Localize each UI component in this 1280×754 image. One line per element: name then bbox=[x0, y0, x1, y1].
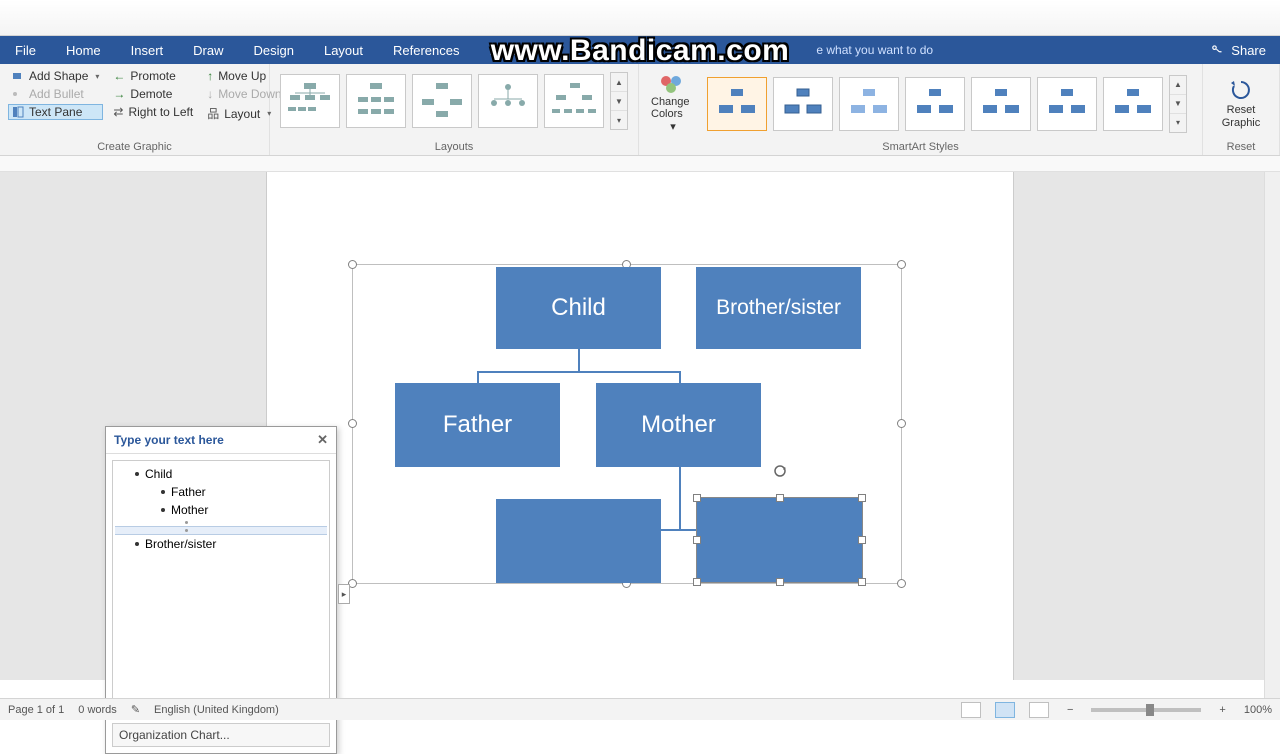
style-option-3[interactable] bbox=[839, 77, 899, 131]
horizontal-ruler bbox=[0, 156, 1280, 172]
group-create-graphic: Add Shape▾ Add Bullet Text Pane ←Promote… bbox=[0, 64, 270, 155]
view-print-layout[interactable] bbox=[995, 702, 1015, 718]
node-blank-2-selected[interactable] bbox=[696, 497, 863, 583]
document-area: Child Brother/sister Father Mother Type … bbox=[0, 172, 1280, 680]
layout-dropdown-label: Layout bbox=[224, 107, 260, 121]
status-words[interactable]: 0 words bbox=[78, 704, 117, 716]
rotate-handle-icon[interactable] bbox=[773, 464, 787, 478]
zoom-slider[interactable] bbox=[1091, 708, 1201, 712]
promote-label: Promote bbox=[130, 69, 175, 83]
demote-button[interactable]: →Demote bbox=[109, 86, 197, 102]
style-option-6[interactable] bbox=[1037, 77, 1097, 131]
reset-icon bbox=[1228, 78, 1254, 102]
add-shape-icon bbox=[12, 70, 24, 82]
layout-option-2[interactable] bbox=[346, 74, 406, 128]
ribbon: Add Shape▾ Add Bullet Text Pane ←Promote… bbox=[0, 64, 1280, 156]
zoom-out-button[interactable]: − bbox=[1063, 704, 1077, 716]
text-pane-icon bbox=[12, 106, 24, 118]
page[interactable]: Child Brother/sister Father Mother bbox=[266, 172, 1014, 680]
add-bullet-icon bbox=[12, 88, 24, 100]
view-read-mode[interactable] bbox=[961, 702, 981, 718]
style-option-1[interactable] bbox=[707, 77, 767, 131]
status-page[interactable]: Page 1 of 1 bbox=[8, 704, 64, 716]
move-up-label: Move Up bbox=[218, 69, 266, 83]
tab-draw[interactable]: Draw bbox=[178, 36, 238, 64]
reset-graphic-label: Reset Graphic bbox=[1211, 104, 1271, 128]
node-mother[interactable]: Mother bbox=[596, 383, 761, 467]
quick-access-toolbar bbox=[0, 0, 1280, 36]
vertical-scrollbar[interactable] bbox=[1264, 172, 1280, 698]
tab-home[interactable]: Home bbox=[51, 36, 116, 64]
promote-button[interactable]: ←Promote bbox=[109, 68, 197, 84]
styles-gallery-scroll[interactable]: ▲▼▾ bbox=[1169, 75, 1187, 133]
tab-references[interactable]: References bbox=[378, 36, 474, 64]
add-shape-label: Add Shape bbox=[29, 69, 88, 83]
add-shape-button[interactable]: Add Shape▾ bbox=[8, 68, 103, 84]
bandicam-watermark: www.Bandicam.com bbox=[491, 34, 790, 68]
layout-option-1[interactable] bbox=[280, 74, 340, 128]
style-option-2[interactable] bbox=[773, 77, 833, 131]
tab-layout[interactable]: Layout bbox=[309, 36, 378, 64]
tab-design[interactable]: Design bbox=[239, 36, 309, 64]
list-item[interactable]: Child bbox=[115, 465, 327, 483]
smartart-graphic[interactable]: Child Brother/sister Father Mother bbox=[352, 264, 902, 584]
layout-option-5[interactable] bbox=[544, 74, 604, 128]
node-brother-sister[interactable]: Brother/sister bbox=[696, 267, 861, 349]
share-icon bbox=[1211, 43, 1225, 57]
text-pane-collapse-handle[interactable]: ▸ bbox=[338, 584, 350, 604]
view-web-layout[interactable] bbox=[1029, 702, 1049, 718]
share-label: Share bbox=[1231, 43, 1266, 58]
text-pane-toggle[interactable]: Text Pane bbox=[8, 104, 103, 120]
text-pane-title: Type your text here bbox=[114, 433, 224, 447]
text-pane-list[interactable]: Child Father Mother Brother/sister bbox=[112, 460, 330, 717]
group-label-styles: SmartArt Styles bbox=[647, 139, 1194, 153]
group-reset: Reset Graphic Reset bbox=[1203, 64, 1280, 155]
add-bullet-button[interactable]: Add Bullet bbox=[8, 86, 103, 102]
style-option-5[interactable] bbox=[971, 77, 1031, 131]
list-item[interactable]: Father bbox=[115, 483, 327, 501]
share-button[interactable]: Share bbox=[1197, 36, 1280, 64]
node-father[interactable]: Father bbox=[395, 383, 560, 467]
group-layouts: ▲▼▾ Layouts bbox=[270, 64, 639, 155]
zoom-in-button[interactable]: + bbox=[1215, 704, 1229, 716]
list-item-selected[interactable] bbox=[115, 526, 327, 535]
group-label-reset: Reset bbox=[1211, 139, 1271, 153]
zoom-level[interactable]: 100% bbox=[1244, 704, 1272, 716]
list-item[interactable]: Mother bbox=[115, 501, 327, 519]
layouts-gallery-scroll[interactable]: ▲▼▾ bbox=[610, 72, 628, 130]
layout-option-4[interactable] bbox=[478, 74, 538, 128]
style-option-4[interactable] bbox=[905, 77, 965, 131]
demote-label: Demote bbox=[130, 87, 172, 101]
text-pane-close[interactable]: ✕ bbox=[317, 432, 328, 448]
list-item[interactable] bbox=[115, 519, 327, 526]
text-pane-footer[interactable]: Organization Chart... bbox=[112, 723, 330, 747]
group-smartart-styles: Change Colors▾ ▲▼▾ SmartArt Styles bbox=[639, 64, 1203, 155]
layout-option-3[interactable] bbox=[412, 74, 472, 128]
text-pane-label: Text Pane bbox=[29, 105, 82, 119]
change-colors-label: Change Colors bbox=[651, 96, 695, 120]
tab-insert[interactable]: Insert bbox=[116, 36, 179, 64]
group-label-layouts: Layouts bbox=[278, 139, 630, 153]
style-option-7[interactable] bbox=[1103, 77, 1163, 131]
tab-file[interactable]: File bbox=[0, 36, 51, 64]
list-item[interactable]: Brother/sister bbox=[115, 535, 327, 553]
change-colors-button[interactable]: Change Colors▾ bbox=[647, 72, 699, 135]
add-bullet-label: Add Bullet bbox=[29, 87, 84, 101]
status-language[interactable]: English (United Kingdom) bbox=[154, 704, 279, 716]
rtl-label: Right to Left bbox=[128, 105, 193, 119]
reset-graphic-button[interactable]: Reset Graphic bbox=[1211, 78, 1271, 128]
group-label-create-graphic: Create Graphic bbox=[8, 139, 261, 153]
change-colors-icon bbox=[658, 74, 688, 94]
proofing-icon[interactable]: ✎ bbox=[131, 703, 140, 716]
status-bar: Page 1 of 1 0 words ✎ English (United Ki… bbox=[0, 698, 1280, 720]
node-blank-1[interactable] bbox=[496, 499, 661, 583]
rtl-button[interactable]: ⇄Right to Left bbox=[109, 104, 197, 120]
node-child[interactable]: Child bbox=[496, 267, 661, 349]
